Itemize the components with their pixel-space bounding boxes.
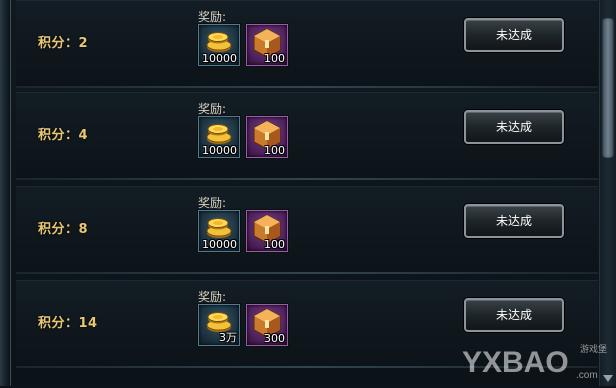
gold-quantity: 10000 xyxy=(202,52,237,65)
gold-quantity: 10000 xyxy=(202,144,237,157)
box-quantity: 100 xyxy=(264,52,285,65)
status-button[interactable]: 未达成 xyxy=(464,204,564,238)
gold-reward-slot[interactable]: 10000 xyxy=(198,116,240,158)
box-reward-slot[interactable]: 100 xyxy=(246,210,288,252)
box-quantity: 100 xyxy=(264,144,285,157)
gold-quantity: 3万 xyxy=(219,331,237,344)
reward-panel: 积分：2 奖励: 10000 100 未达成 积分：4 奖励: 10000 10… xyxy=(0,0,616,386)
status-button[interactable]: 未达成 xyxy=(464,298,564,332)
panel-left-border xyxy=(0,0,11,386)
reward-row: 积分：2 奖励: 10000 100 未达成 xyxy=(16,0,598,88)
reward-label: 奖励: xyxy=(198,196,227,210)
box-quantity: 100 xyxy=(264,238,285,251)
box-reward-slot[interactable]: 100 xyxy=(246,24,288,66)
scroll-thumb[interactable] xyxy=(602,18,614,158)
gold-reward-slot[interactable]: 10000 xyxy=(198,210,240,252)
watermark-sub: 游戏堡 xyxy=(580,343,607,355)
status-button[interactable]: 未达成 xyxy=(464,110,564,144)
reward-row: 积分：4 奖励: 10000 100 未达成 xyxy=(16,92,598,180)
watermark-domain: .com xyxy=(576,370,598,381)
score-label: 积分：14 xyxy=(38,316,98,331)
box-reward-slot[interactable]: 100 xyxy=(246,116,288,158)
reward-label: 奖励: xyxy=(198,290,227,304)
box-reward-slot[interactable]: 300 xyxy=(246,304,288,346)
scrollbar[interactable] xyxy=(599,0,616,386)
score-label: 积分：8 xyxy=(38,222,89,237)
box-quantity: 300 xyxy=(264,332,285,345)
status-button[interactable]: 未达成 xyxy=(464,18,564,52)
reward-row: 积分：8 奖励: 10000 100 未达成 xyxy=(16,186,598,274)
gold-reward-slot[interactable]: 3万 xyxy=(198,304,240,346)
watermark-logo-icon: YXBAO 游戏堡 .com xyxy=(462,343,607,381)
watermark-text: YXBAO xyxy=(462,346,569,379)
gold-quantity: 10000 xyxy=(202,238,237,251)
gold-reward-slot[interactable]: 10000 xyxy=(198,24,240,66)
watermark: YXBAO 游戏堡 .com xyxy=(460,338,610,384)
score-label: 积分：2 xyxy=(38,36,89,51)
reward-label: 奖励: xyxy=(198,10,227,24)
score-label: 积分：4 xyxy=(38,128,89,143)
reward-label: 奖励: xyxy=(198,102,227,116)
